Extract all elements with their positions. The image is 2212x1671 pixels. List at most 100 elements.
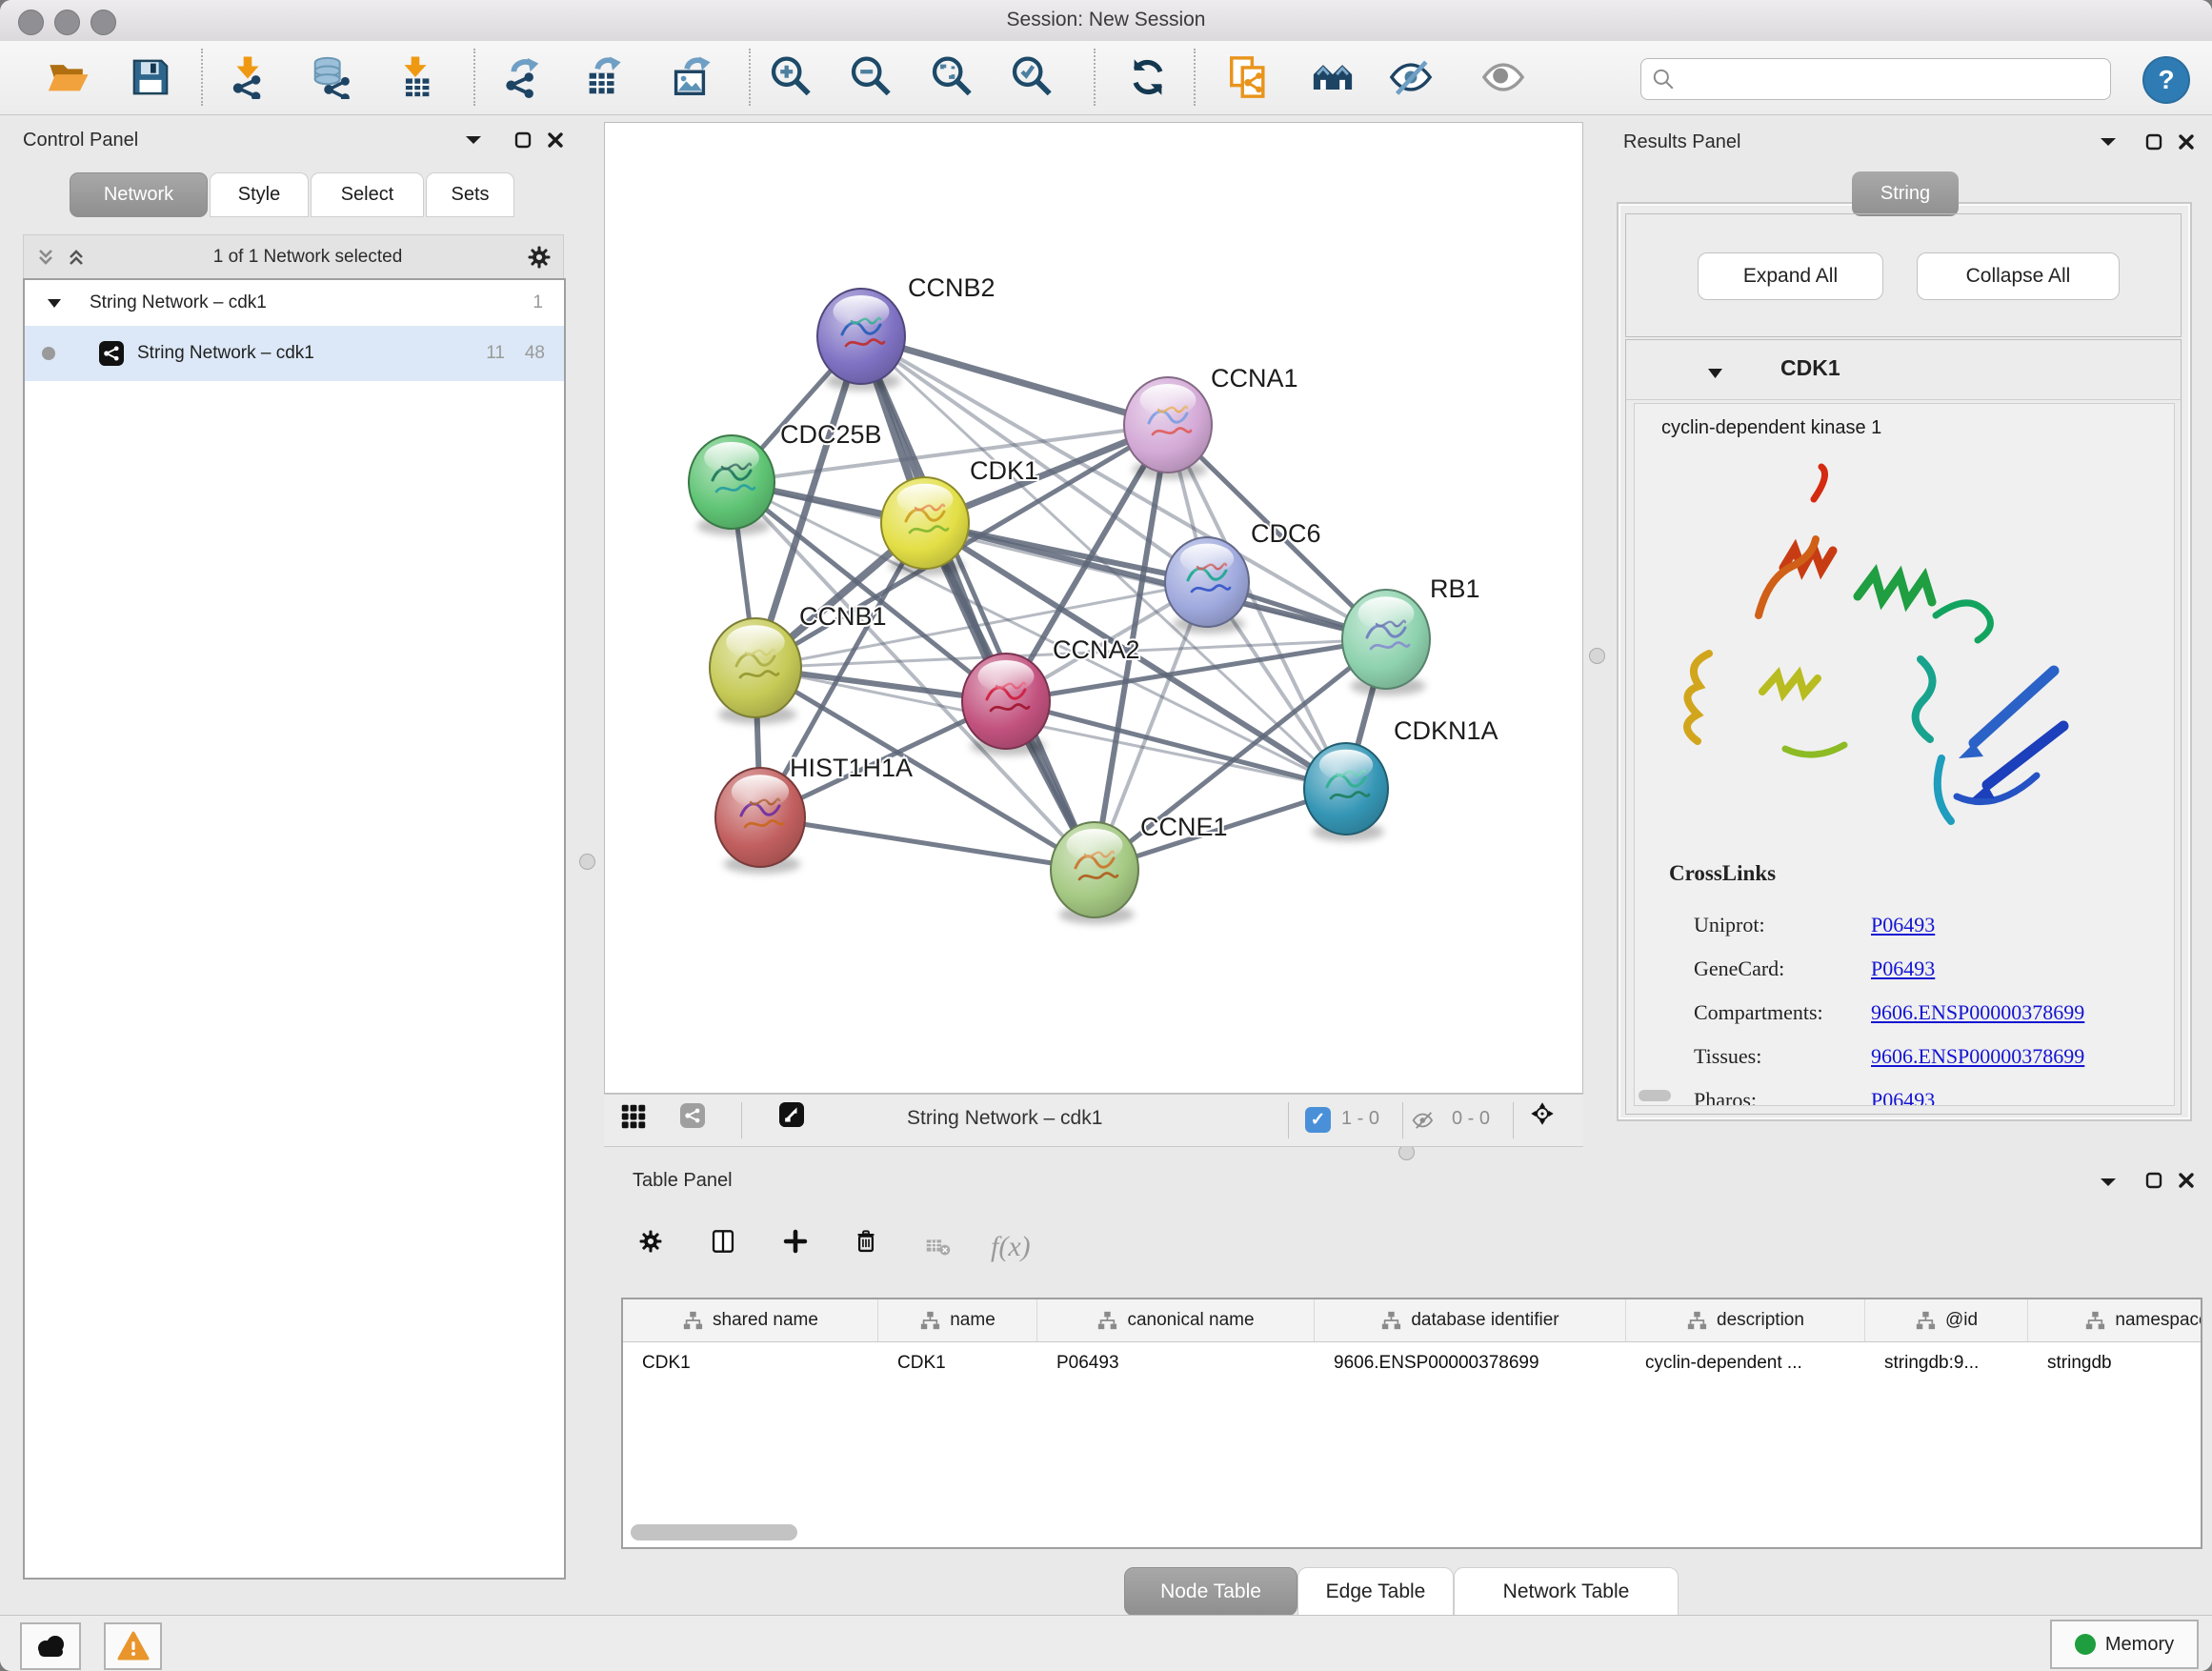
crosslink-label: Uniprot: <box>1694 903 1823 947</box>
network-options-gear-icon[interactable] <box>527 245 552 270</box>
table-panel-menu-icon[interactable] <box>2096 1170 2121 1195</box>
results-horizontal-scrollbar[interactable] <box>1639 1090 1671 1101</box>
birds-eye-view-icon[interactable] <box>779 1102 804 1127</box>
collapse-all-button[interactable]: Collapse All <box>1917 252 2120 300</box>
cell-name: CDK1 <box>878 1342 1037 1384</box>
tab-node-table[interactable]: Node Table <box>1124 1567 1297 1616</box>
protein-structure-image <box>1671 453 2090 844</box>
import-network-file-icon[interactable] <box>225 54 271 100</box>
edge-HIST1H1A-CCNE1 <box>760 817 1095 870</box>
first-neighbors-icon[interactable] <box>1310 54 1356 100</box>
collapse-all-networks-icon[interactable] <box>64 245 89 270</box>
column-header[interactable]: name <box>878 1299 1037 1341</box>
import-table-icon[interactable] <box>392 54 438 100</box>
tab-sets[interactable]: Sets <box>426 172 514 217</box>
results-panel-menu-icon[interactable] <box>2096 130 2121 154</box>
cell-namespace: stringdb <box>2028 1342 2202 1384</box>
toolbar-separator <box>1513 1102 1514 1138</box>
network-tree: String Network – cdk1 1 String Network –… <box>23 278 566 1580</box>
results-buttons-box: Expand All Collapse All <box>1625 213 2182 337</box>
expand-all-button[interactable]: Expand All <box>1698 252 1883 300</box>
results-panel-float-icon[interactable] <box>2142 130 2166 154</box>
add-column-icon[interactable] <box>783 1229 808 1254</box>
tab-network[interactable]: Network <box>70 172 208 217</box>
node-label-CCNB2: CCNB2 <box>908 273 995 302</box>
column-header[interactable]: namespace <box>2028 1299 2202 1341</box>
cloud-button[interactable] <box>20 1622 81 1670</box>
table-panel-close-icon[interactable] <box>2174 1168 2199 1193</box>
apply-function-icon[interactable]: f(x) <box>991 1231 1031 1263</box>
tab-string[interactable]: String <box>1852 171 1959 216</box>
table-row[interactable]: CDK1 CDK1 P06493 9606.ENSP00000378699 cy… <box>623 1342 2201 1384</box>
toolbar-separator <box>1288 1102 1289 1138</box>
table-header: shared name name canonical name database… <box>623 1299 2201 1342</box>
column-header[interactable]: canonical name <box>1037 1299 1315 1341</box>
warning-icon <box>117 1631 150 1661</box>
tab-network-table[interactable]: Network Table <box>1454 1567 1679 1616</box>
delete-table-icon[interactable] <box>926 1235 951 1259</box>
zoom-selected-icon[interactable] <box>1009 54 1055 100</box>
tab-select[interactable]: Select <box>311 172 424 217</box>
export-table-icon[interactable] <box>580 54 626 100</box>
hidden-eye-icon[interactable] <box>1412 1108 1437 1133</box>
column-header[interactable]: @id <box>1865 1299 2028 1341</box>
results-panel-close-icon[interactable] <box>2174 130 2199 154</box>
protein-section-header[interactable]: CDK1 <box>1626 340 2181 400</box>
show-columns-icon[interactable] <box>711 1229 735 1254</box>
protein-section: CDK1 cyclin-dependent kinase 1 <box>1625 339 2182 1115</box>
refresh-icon[interactable] <box>1125 54 1171 100</box>
table-horizontal-scrollbar[interactable] <box>631 1524 797 1540</box>
warning-button[interactable] <box>104 1622 162 1670</box>
help-button[interactable]: ? <box>2142 56 2190 104</box>
crosslink-value[interactable]: P06493 <box>1871 1078 2084 1106</box>
open-session-icon[interactable] <box>45 54 90 100</box>
control-panel-close-icon[interactable] <box>543 128 568 152</box>
crosslink-value[interactable]: 9606.ENSP00000378699 <box>1871 1035 2084 1078</box>
cell-id: stringdb:9... <box>1865 1342 2028 1384</box>
table-panel-float-icon[interactable] <box>2142 1168 2166 1193</box>
zoom-in-icon[interactable] <box>768 54 814 100</box>
delete-column-icon[interactable] <box>854 1229 878 1254</box>
save-session-icon[interactable] <box>128 54 173 100</box>
crosslink-value[interactable]: P06493 <box>1871 903 2084 947</box>
search-input[interactable] <box>1683 63 2097 95</box>
network-canvas[interactable]: CCNB2CCNA1CDC25BCDK1CDC6RB1CCNB1CCNA2CDK… <box>604 122 1583 1094</box>
network-collection-row[interactable]: String Network – cdk1 1 <box>25 280 564 326</box>
column-header[interactable]: shared name <box>623 1299 878 1341</box>
zoom-out-icon[interactable] <box>848 54 894 100</box>
protein-details: cyclin-dependent kinase 1 <box>1634 403 2175 1106</box>
crosslink-value[interactable]: P06493 <box>1871 947 2084 991</box>
control-panel-float-icon[interactable] <box>511 128 535 152</box>
vertical-splitter-handle[interactable] <box>579 854 595 870</box>
tab-edge-table[interactable]: Edge Table <box>1297 1567 1454 1616</box>
tab-style[interactable]: Style <box>210 172 309 217</box>
column-header[interactable]: description <box>1626 1299 1865 1341</box>
table-settings-gear-icon[interactable] <box>638 1229 663 1254</box>
column-header[interactable]: database identifier <box>1315 1299 1626 1341</box>
network-row[interactable]: String Network – cdk1 11 48 <box>25 326 564 381</box>
toolbar-separator <box>1194 49 1196 106</box>
collection-expand-icon[interactable] <box>42 291 67 315</box>
collection-count: 1 <box>533 292 543 313</box>
fit-selected-crosshair-icon[interactable] <box>1530 1101 1555 1126</box>
memory-button[interactable]: Memory <box>2050 1620 2199 1669</box>
show-all-icon[interactable] <box>1480 54 1526 100</box>
selected-nodes-checkbox[interactable]: ✓ <box>1305 1107 1331 1133</box>
network-view-share-icon[interactable] <box>680 1103 705 1128</box>
crosslink-value[interactable]: 9606.ENSP00000378699 <box>1871 991 2084 1035</box>
import-network-database-icon[interactable] <box>309 54 354 100</box>
vertical-splitter-handle[interactable] <box>1589 648 1605 664</box>
control-panel-menu-icon[interactable] <box>461 128 486 152</box>
protein-name: CDK1 <box>1780 355 1840 381</box>
node-CCNA1 <box>1124 377 1212 479</box>
cloud-icon <box>33 1634 68 1659</box>
network-share-icon <box>99 341 124 366</box>
hide-selected-icon[interactable] <box>1388 54 1434 100</box>
protein-collapse-icon[interactable] <box>1702 361 1727 386</box>
export-image-icon[interactable] <box>667 54 713 100</box>
expand-all-networks-icon[interactable] <box>33 245 58 270</box>
grid-view-icon[interactable] <box>621 1104 646 1129</box>
zoom-fit-icon[interactable] <box>929 54 975 100</box>
export-network-icon[interactable] <box>499 54 545 100</box>
new-network-from-selection-icon[interactable] <box>1225 54 1271 100</box>
